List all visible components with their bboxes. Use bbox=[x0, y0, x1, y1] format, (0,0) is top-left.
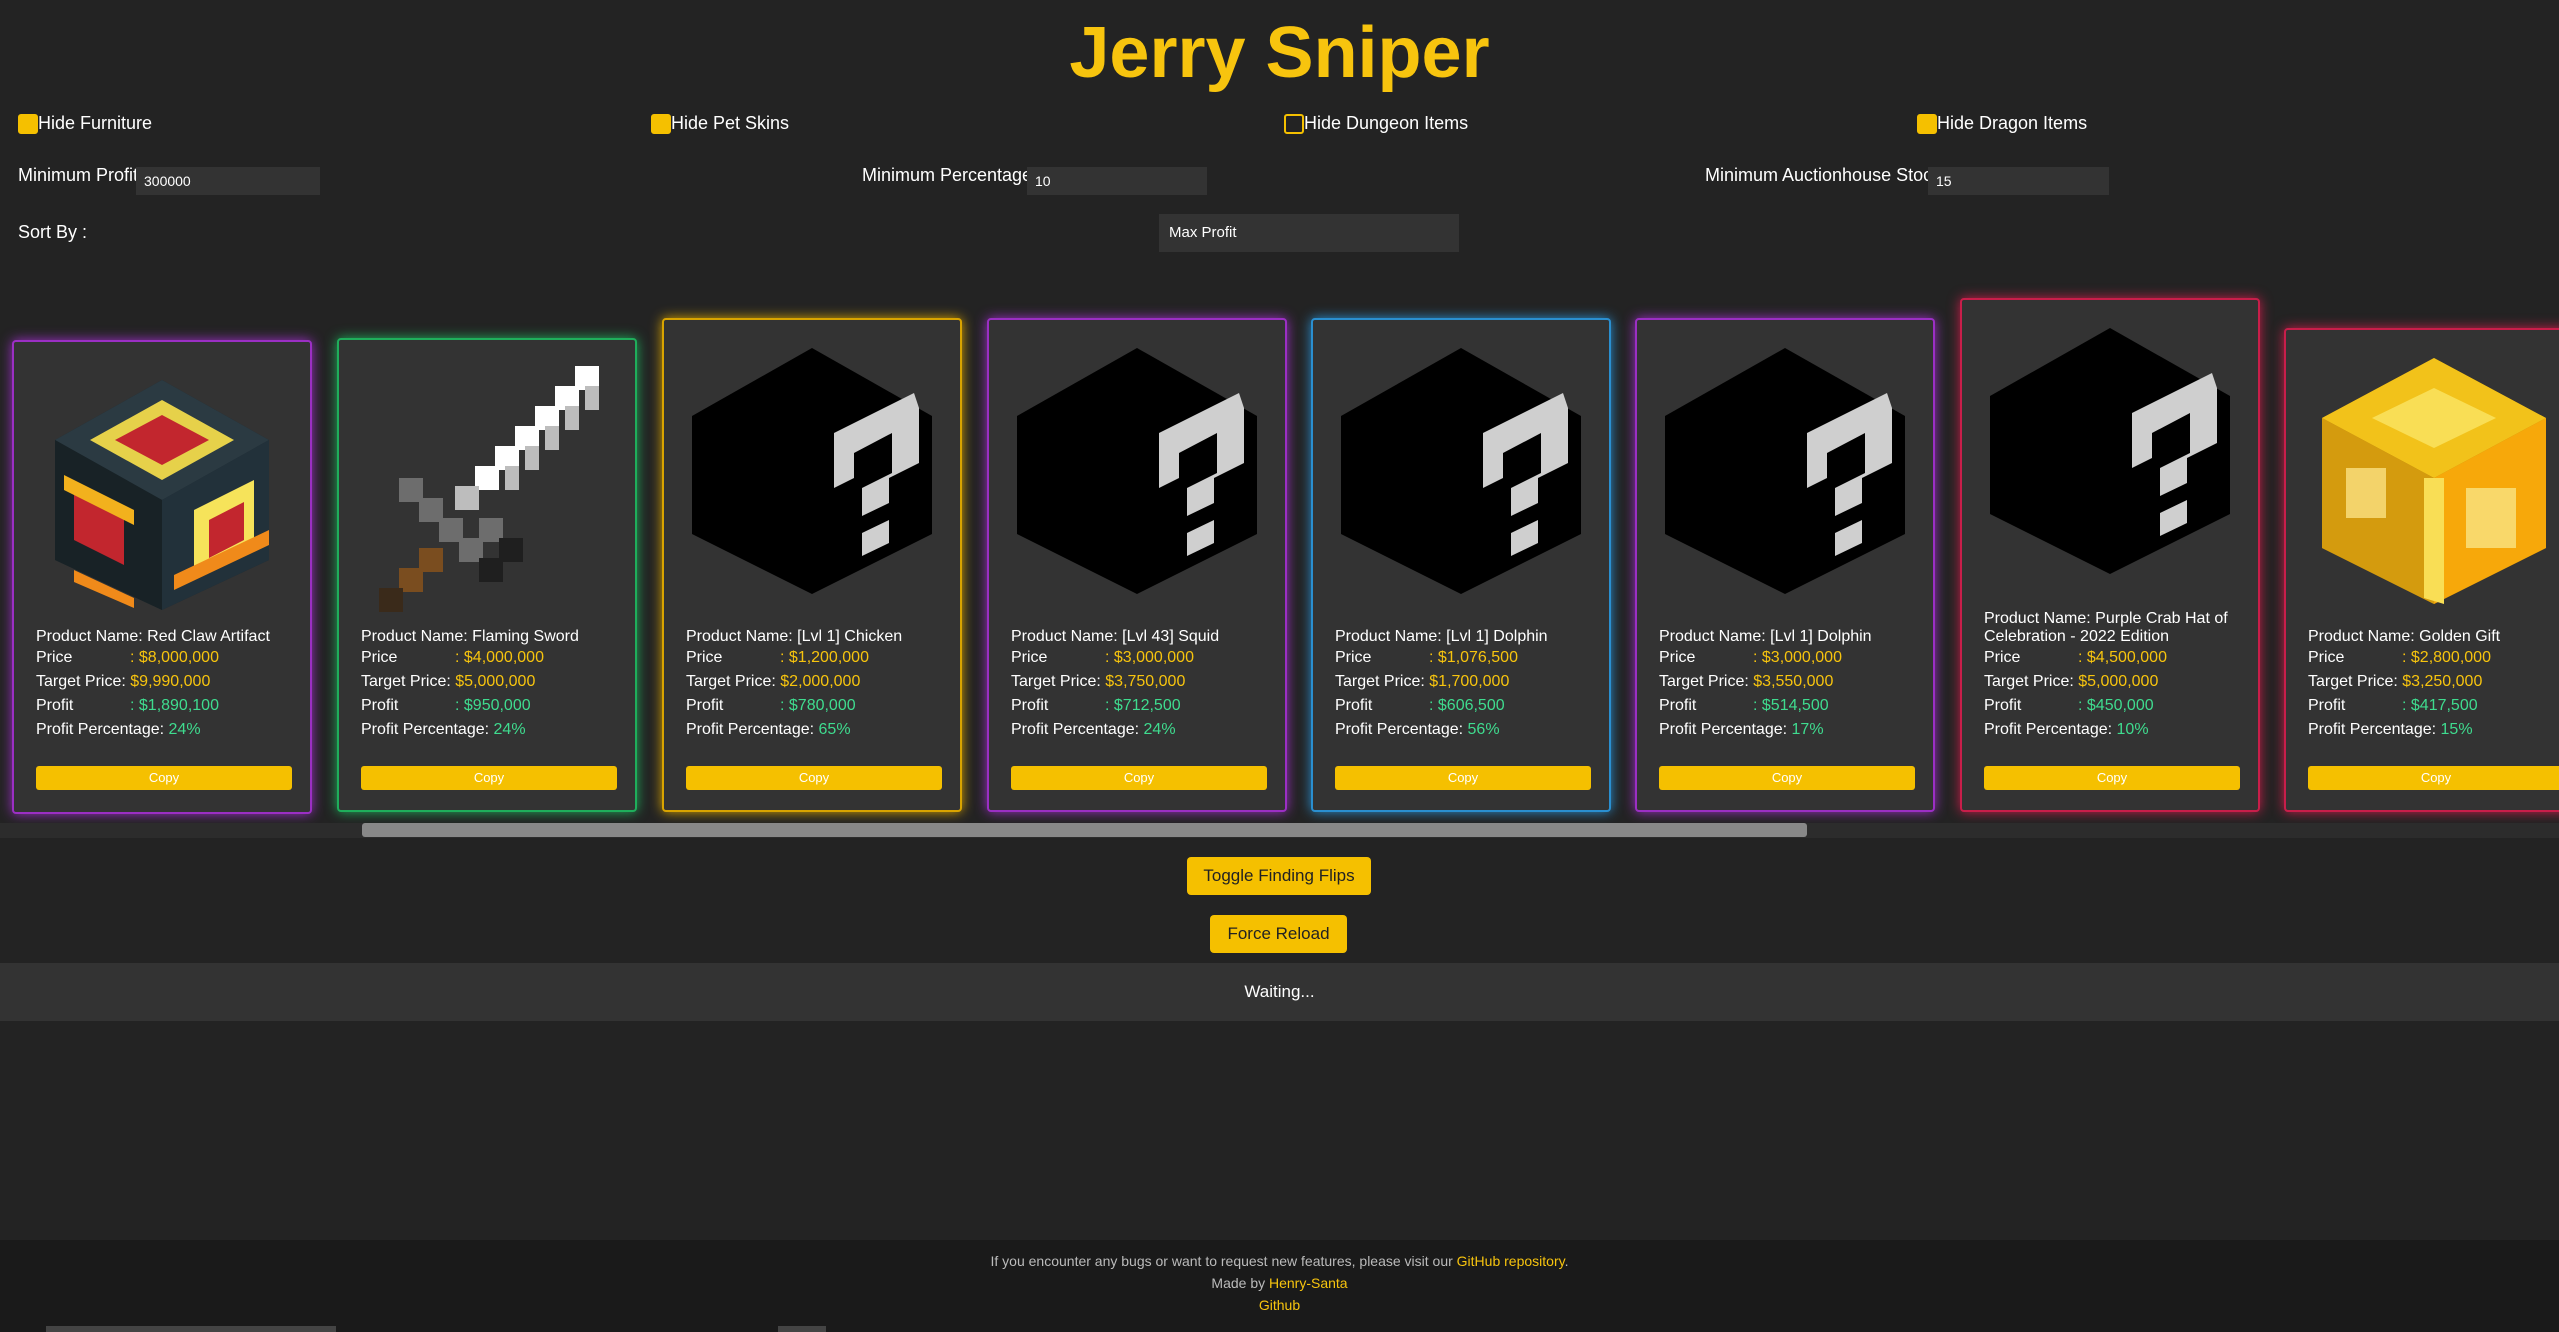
flips-strip[interactable]: Product Name: Red Claw Artifact Price: $… bbox=[0, 280, 2559, 828]
card-price: : $4,500,000 bbox=[2078, 649, 2167, 666]
copy-button[interactable]: Copy bbox=[2308, 766, 2559, 790]
sort-by-select[interactable]: Max Profit bbox=[1159, 214, 1459, 252]
flip-card: Product Name: [Lvl 1] Dolphin Price: $1,… bbox=[1311, 318, 1611, 812]
card-profit: : $780,000 bbox=[780, 697, 856, 714]
card-price: : $3,000,000 bbox=[1753, 649, 1842, 666]
flip-card: Product Name: [Lvl 1] Chicken Price: $1,… bbox=[662, 318, 962, 812]
flip-card: Product Name: Purple Crab Hat of Celebra… bbox=[1960, 298, 2260, 812]
footer-bug-report-line: If you encounter any bugs or want to req… bbox=[990, 1253, 1569, 1269]
hide-dungeon-items-label: Hide Dungeon Items bbox=[1304, 113, 1469, 133]
card-profit: : $950,000 bbox=[455, 697, 531, 714]
filter-hide-pet-skins[interactable]: Hide Pet Skins bbox=[651, 113, 789, 134]
unknown-item-icon bbox=[692, 348, 932, 594]
min-profit-label: Minimum Profit: bbox=[18, 165, 144, 185]
card-target-price: $3,250,000 bbox=[2402, 673, 2483, 690]
flip-card: Product Name: [Lvl 43] Squid Price: $3,0… bbox=[987, 318, 1287, 812]
unknown-item-icon bbox=[1665, 348, 1905, 594]
unknown-item-icon bbox=[1017, 348, 1257, 594]
card-profit-percentage: 65% bbox=[818, 721, 851, 738]
hide-furniture-label: Hide Furniture bbox=[38, 113, 153, 133]
card-profit: : $606,500 bbox=[1429, 697, 1505, 714]
card-profit-percentage: 24% bbox=[1143, 721, 1176, 738]
card-profit: : $712,500 bbox=[1105, 697, 1181, 714]
hide-furniture-checkbox[interactable] bbox=[18, 113, 38, 134]
card-profit-percentage: 24% bbox=[168, 721, 201, 738]
card-price: : $4,000,000 bbox=[455, 649, 544, 666]
copy-button[interactable]: Copy bbox=[1984, 766, 2240, 790]
min-stock-input[interactable]: 15 bbox=[1928, 167, 2109, 195]
card-price: : $2,800,000 bbox=[2402, 649, 2491, 666]
bottom-scroll-indicator bbox=[46, 1326, 336, 1332]
min-percentage-label: Minimum Percentage: bbox=[862, 165, 1038, 185]
card-profit-percentage: 10% bbox=[2116, 721, 2149, 738]
flip-card: Product Name: Flaming Sword Price: $4,00… bbox=[337, 338, 637, 812]
copy-button[interactable]: Copy bbox=[361, 766, 617, 790]
filter-hide-dragon-items[interactable]: Hide Dragon Items bbox=[1917, 113, 2087, 134]
golden-gift-icon bbox=[2322, 358, 2546, 604]
hide-dragon-items-checkbox[interactable] bbox=[1917, 113, 1937, 134]
copy-button[interactable]: Copy bbox=[1011, 766, 1267, 790]
card-product-name: Product Name: Golden Gift bbox=[2308, 628, 2501, 645]
hide-dungeon-items-checkbox[interactable] bbox=[1284, 113, 1304, 134]
page-title: Jerry Sniper bbox=[1069, 13, 1490, 93]
github-repository-link[interactable]: GitHub repository bbox=[1457, 1253, 1565, 1269]
card-price: : $8,000,000 bbox=[130, 649, 219, 666]
unknown-item-icon bbox=[1990, 328, 2230, 574]
card-product-name: Product Name: [Lvl 1] Dolphin bbox=[1659, 628, 1872, 645]
github-link[interactable]: Github bbox=[1259, 1297, 1300, 1313]
card-price: : $3,000,000 bbox=[1105, 649, 1194, 666]
card-product-name: Product Name: Red Claw Artifact bbox=[36, 628, 270, 645]
flip-card: Product Name: Golden Gift Price: $2,800,… bbox=[2284, 328, 2559, 812]
filter-hide-furniture[interactable]: Hide Furniture bbox=[18, 113, 152, 134]
sword-icon bbox=[379, 366, 599, 612]
card-profit-percentage: 17% bbox=[1791, 721, 1824, 738]
copy-button[interactable]: Copy bbox=[1659, 766, 1915, 790]
card-product-name: Product Name: Flaming Sword bbox=[361, 628, 579, 645]
card-price: : $1,076,500 bbox=[1429, 649, 1518, 666]
card-product-name: Product Name: Purple Crab Hat of Celebra… bbox=[1984, 610, 2228, 645]
min-stock-label: Minimum Auctionhouse Stock: bbox=[1705, 165, 1947, 185]
card-profit-percentage: 24% bbox=[493, 721, 526, 738]
sort-by-label: Sort By : bbox=[18, 222, 88, 242]
card-product-name: Product Name: [Lvl 1] Chicken bbox=[686, 628, 903, 645]
unknown-item-icon bbox=[1341, 348, 1581, 594]
card-product-name: Product Name: [Lvl 43] Squid bbox=[1011, 628, 1220, 645]
hide-pet-skins-checkbox[interactable] bbox=[651, 113, 671, 134]
footer-author-line: Made by Henry-Santa bbox=[1211, 1275, 1348, 1291]
toggle-finding-flips-button[interactable]: Toggle Finding Flips bbox=[1187, 857, 1371, 895]
card-target-price: $5,000,000 bbox=[455, 673, 536, 690]
hide-dragon-items-label: Hide Dragon Items bbox=[1937, 113, 2088, 133]
bottom-scroll-indicator bbox=[778, 1326, 826, 1332]
force-reload-button[interactable]: Force Reload bbox=[1210, 915, 1347, 953]
footer: If you encounter any bugs or want to req… bbox=[0, 1240, 2559, 1332]
card-profit: : $514,500 bbox=[1753, 697, 1829, 714]
card-product-name: Product Name: [Lvl 1] Dolphin bbox=[1335, 628, 1548, 645]
status-text: Waiting... bbox=[0, 963, 2559, 1021]
card-profit: : $417,500 bbox=[2402, 697, 2478, 714]
card-target-price: $1,700,000 bbox=[1429, 673, 1510, 690]
card-profit: : $450,000 bbox=[2078, 697, 2154, 714]
copy-button[interactable]: Copy bbox=[1335, 766, 1591, 790]
card-target-price: $3,750,000 bbox=[1105, 673, 1186, 690]
min-percentage-input[interactable]: 10 bbox=[1027, 167, 1207, 195]
card-target-price: $2,000,000 bbox=[780, 673, 861, 690]
min-profit-input[interactable]: 300000 bbox=[136, 167, 320, 195]
filter-hide-dungeon-items[interactable]: Hide Dungeon Items bbox=[1284, 113, 1468, 134]
card-profit-percentage: 15% bbox=[2440, 721, 2473, 738]
card-target-price: $5,000,000 bbox=[2078, 673, 2159, 690]
card-profit: : $1,890,100 bbox=[130, 697, 219, 714]
horizontal-scrollbar-thumb[interactable] bbox=[362, 823, 1807, 837]
flip-card: Product Name: [Lvl 1] Dolphin Price: $3,… bbox=[1635, 318, 1935, 812]
card-price: : $1,200,000 bbox=[780, 649, 869, 666]
copy-button[interactable]: Copy bbox=[686, 766, 942, 790]
flip-card: Product Name: Red Claw Artifact Price: $… bbox=[12, 340, 312, 814]
author-link[interactable]: Henry-Santa bbox=[1269, 1275, 1348, 1291]
artifact-icon bbox=[55, 380, 269, 610]
card-target-price: $3,550,000 bbox=[1753, 673, 1834, 690]
card-profit-percentage: 56% bbox=[1467, 721, 1500, 738]
copy-button[interactable]: Copy bbox=[36, 766, 292, 790]
hide-pet-skins-label: Hide Pet Skins bbox=[671, 113, 790, 133]
card-target-price: $9,990,000 bbox=[130, 673, 211, 690]
